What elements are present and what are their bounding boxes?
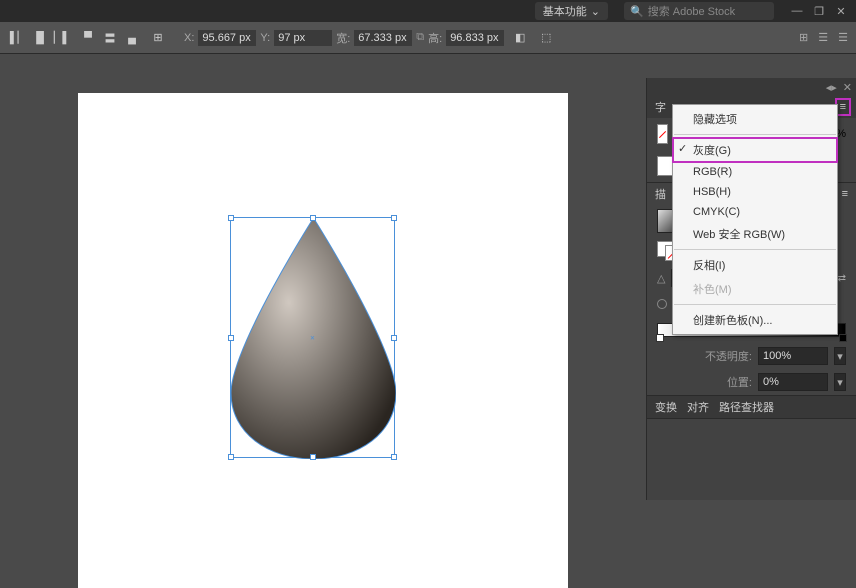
opacity-label: 不透明度: bbox=[705, 348, 752, 364]
menu-cmyk[interactable]: CMYK(C) bbox=[673, 202, 837, 222]
canvas[interactable]: × bbox=[0, 78, 646, 500]
pathfinder-icon[interactable]: ⬚ bbox=[536, 28, 556, 48]
handle-tr[interactable] bbox=[391, 215, 397, 221]
menu-hsb[interactable]: HSB(H) bbox=[673, 182, 837, 202]
menu-complement: 补色(M) bbox=[673, 277, 837, 301]
gradient-stop-right[interactable] bbox=[839, 334, 847, 342]
reference-point-icon[interactable]: ⊞ bbox=[148, 28, 168, 48]
menu-rgb[interactable]: RGB(R) bbox=[673, 162, 837, 182]
transform-tab[interactable]: 变换 bbox=[655, 399, 677, 415]
fill-swatch[interactable] bbox=[657, 124, 668, 144]
opacity-dd[interactable]: ▾ bbox=[834, 347, 846, 365]
char-panel-tab[interactable]: 字 bbox=[655, 99, 666, 115]
menu-web-rgb[interactable]: Web 安全 RGB(W) bbox=[673, 222, 837, 246]
align-tab[interactable]: 对齐 bbox=[687, 399, 709, 415]
search-placeholder: 搜索 Adobe Stock bbox=[648, 3, 735, 19]
handle-mr[interactable] bbox=[391, 335, 397, 341]
panel-menu-icon[interactable]: ≡ bbox=[838, 101, 848, 113]
panel-close-icon[interactable]: ✕ bbox=[843, 81, 852, 94]
center-marker: × bbox=[310, 333, 315, 342]
gradient-stop-left[interactable] bbox=[656, 334, 664, 342]
align-left-icon[interactable]: ▌▏ bbox=[8, 28, 28, 48]
h-field[interactable] bbox=[446, 30, 504, 46]
workspace-switcher[interactable]: 基本功能 ⌄ bbox=[535, 2, 608, 20]
workspace-label: 基本功能 bbox=[543, 3, 587, 19]
align-top-icon[interactable]: ▀ bbox=[78, 28, 98, 48]
link-wh-icon[interactable]: ⧉ bbox=[416, 31, 424, 44]
close-button[interactable]: ✕ bbox=[832, 2, 850, 20]
handle-ml[interactable] bbox=[228, 335, 234, 341]
chevron-down-icon: ⌄ bbox=[591, 5, 600, 18]
search-icon: 🔍 bbox=[630, 5, 644, 18]
artboard: × bbox=[78, 93, 568, 588]
position-field[interactable]: 0% bbox=[758, 373, 828, 391]
panel-double-arrow-icon[interactable]: ◂▸ bbox=[826, 81, 837, 94]
list-icon[interactable]: ☰ bbox=[818, 31, 828, 44]
pathfinder-tab[interactable]: 路径查找器 bbox=[719, 399, 774, 415]
menu-grayscale[interactable]: ✓ 灰度(G) bbox=[673, 138, 837, 162]
selection-bounds[interactable]: × bbox=[230, 217, 395, 458]
align-center-icon[interactable]: ▐▌ bbox=[30, 28, 50, 48]
maximize-button[interactable]: ❐ bbox=[810, 2, 828, 20]
handle-br[interactable] bbox=[391, 454, 397, 460]
menu-icon[interactable]: ☰ bbox=[838, 31, 848, 44]
handle-bm[interactable] bbox=[310, 454, 316, 460]
shape-mode-icon[interactable]: ◧ bbox=[510, 28, 530, 48]
align-right-icon[interactable]: ▏▌ bbox=[52, 28, 72, 48]
aspect-icon bbox=[657, 299, 667, 309]
search-input[interactable]: 🔍 搜索 Adobe Stock bbox=[624, 2, 774, 20]
angle-icon: △ bbox=[657, 272, 665, 285]
reverse-gradient-icon[interactable]: ⇄ bbox=[838, 273, 846, 284]
menu-invert[interactable]: 反相(I) bbox=[673, 253, 837, 277]
opacity-field[interactable]: 100% bbox=[758, 347, 828, 365]
w-field[interactable] bbox=[354, 30, 412, 46]
w-label: 宽: bbox=[336, 30, 350, 46]
y-label: Y: bbox=[260, 32, 270, 44]
x-field[interactable] bbox=[198, 30, 256, 46]
menu-hide-options[interactable]: 隐藏选项 bbox=[673, 107, 837, 131]
stroke-panel-label[interactable]: 描 bbox=[655, 186, 666, 202]
minimize-button[interactable]: — bbox=[788, 2, 806, 20]
position-label: 位置: bbox=[727, 374, 752, 390]
handle-bl[interactable] bbox=[228, 454, 234, 460]
check-icon: ✓ bbox=[678, 142, 687, 155]
position-dd[interactable]: ▾ bbox=[834, 373, 846, 391]
align-bottom-icon[interactable]: ▄ bbox=[122, 28, 142, 48]
h-label: 高: bbox=[428, 30, 442, 46]
menu-new-swatch[interactable]: 创建新色板(N)... bbox=[673, 308, 837, 332]
handle-tl[interactable] bbox=[228, 215, 234, 221]
align-middle-icon[interactable]: 〓 bbox=[100, 28, 120, 48]
y-field[interactable] bbox=[274, 30, 332, 46]
x-label: X: bbox=[184, 32, 194, 44]
grid-icon[interactable]: ⊞ bbox=[799, 31, 808, 44]
color-mode-menu: 隐藏选项 ✓ 灰度(G) RGB(R) HSB(H) CMYK(C) Web 安… bbox=[672, 104, 838, 335]
handle-tm[interactable] bbox=[310, 215, 316, 221]
panel-menu-icon-2[interactable]: ≡ bbox=[842, 188, 848, 200]
